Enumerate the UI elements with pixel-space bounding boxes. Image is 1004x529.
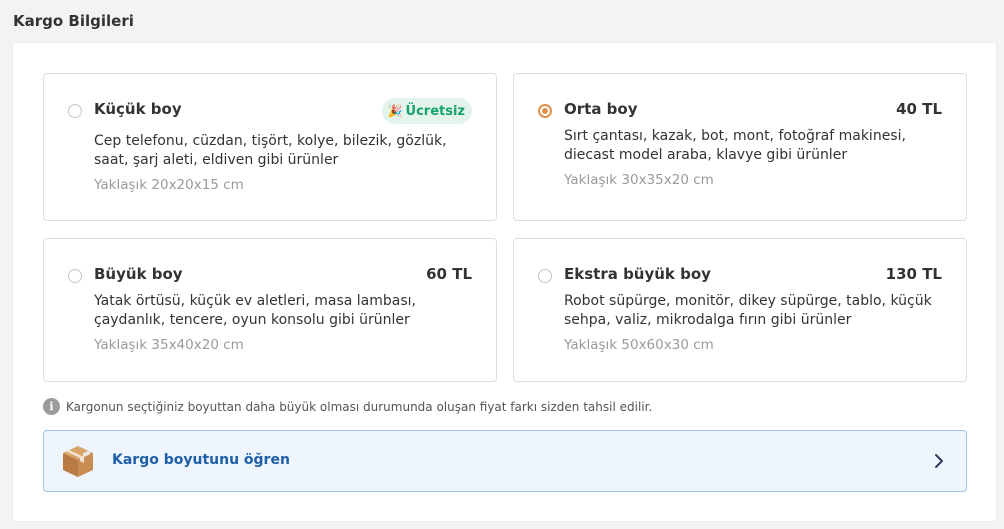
- option-radio-large[interactable]: [68, 269, 82, 283]
- option-title: Ekstra büyük boy: [564, 265, 711, 283]
- option-size: Yaklaşık 20x20x15 cm: [94, 177, 244, 193]
- learn-size-label: Kargo boyutunu öğren: [112, 452, 290, 468]
- option-radio-extra-large[interactable]: [538, 269, 552, 283]
- option-card-large[interactable]: Büyük boy 60 TL Yatak örtüsü, küçük ev a…: [43, 238, 497, 382]
- price-difference-note: i Kargonun seçtiğiniz boyuttan daha büyü…: [43, 398, 652, 415]
- free-badge-label: Ücretsiz: [405, 103, 465, 119]
- option-title: Küçük boy: [94, 100, 182, 118]
- section-title: Kargo Bilgileri: [13, 12, 134, 30]
- box-icon: [63, 446, 93, 477]
- learn-size-button[interactable]: Kargo boyutunu öğren: [43, 430, 967, 492]
- shipping-panel: Küçük boy 🎉 Ücretsiz Cep telefonu, cüzda…: [12, 42, 997, 522]
- option-card-extra-large[interactable]: Ekstra büyük boy 130 TL Robot süpürge, m…: [513, 238, 967, 382]
- option-title: Orta boy: [564, 100, 638, 118]
- option-card-small[interactable]: Küçük boy 🎉 Ücretsiz Cep telefonu, cüzda…: [43, 73, 497, 221]
- option-description: Robot süpürge, monitör, dikey süpürge, t…: [564, 293, 932, 328]
- note-text: Kargonun seçtiğiniz boyuttan daha büyük …: [66, 399, 653, 414]
- option-size: Yaklaşık 35x40x20 cm: [94, 337, 244, 353]
- option-description: Cep telefonu, cüzdan, tişört, kolye, bil…: [94, 133, 447, 168]
- option-description: Yatak örtüsü, küçük ev aletleri, masa la…: [94, 293, 416, 328]
- option-price: 130 TL: [885, 265, 942, 283]
- option-radio-small[interactable]: [68, 104, 82, 118]
- free-badge: 🎉 Ücretsiz: [381, 98, 472, 124]
- option-size: Yaklaşık 30x35x20 cm: [564, 172, 714, 188]
- chevron-right-icon: [935, 454, 943, 468]
- option-price: 60 TL: [426, 265, 472, 283]
- option-title: Büyük boy: [94, 265, 183, 283]
- party-icon: 🎉: [387, 104, 403, 118]
- option-description: Sırt çantası, kazak, bot, mont, fotoğraf…: [564, 128, 906, 163]
- option-price: 40 TL: [896, 100, 942, 118]
- option-card-medium[interactable]: Orta boy 40 TL Sırt çantası, kazak, bot,…: [513, 73, 967, 221]
- option-size: Yaklaşık 50x60x30 cm: [564, 337, 714, 353]
- option-radio-medium[interactable]: [538, 104, 552, 118]
- info-icon: i: [43, 398, 60, 415]
